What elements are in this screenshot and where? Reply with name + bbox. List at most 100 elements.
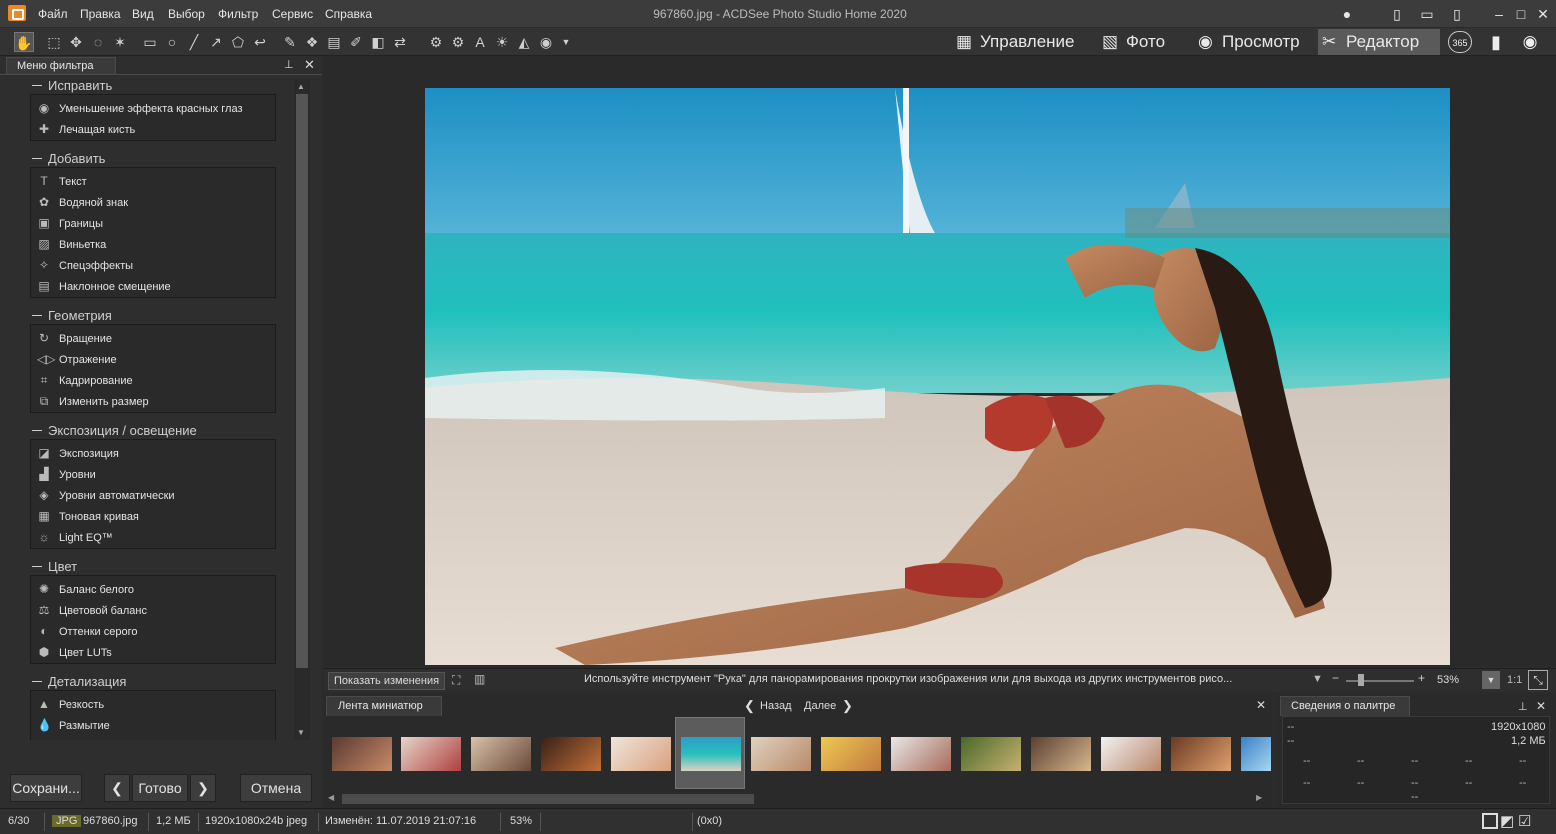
props-close-icon[interactable]: ✕ [1536,699,1546,713]
repair-icon[interactable]: ⚙ [426,32,446,52]
filter-item-light-eq[interactable]: ☼ Light EQ™ [37,527,113,547]
thumbnail[interactable] [332,737,392,771]
text-tool-icon[interactable]: A [470,32,490,52]
filter-item-tiltshift[interactable]: ▤ Наклонное смещение [37,276,170,296]
thumbnail[interactable] [891,737,951,771]
eye-extra-icon[interactable]: ◉ [1518,31,1542,53]
menu-help[interactable]: Справка [325,7,372,21]
filter-item-auto-levels[interactable]: ◈ Уровни автоматически [37,485,174,505]
show-changes-button[interactable]: Показать изменения [328,672,446,690]
filter-item-vignette[interactable]: ▨ Виньетка [37,234,106,254]
filmstrip-next-button[interactable]: Далее [804,700,836,712]
mode-manage-button[interactable]: ▦ Управление [952,29,1082,55]
zoom-slider-thumb[interactable] [1358,674,1364,686]
account-icon[interactable]: ● [1336,4,1358,24]
filter-item-resize[interactable]: ⧉ Изменить размер [37,391,149,411]
light-icon[interactable]: ☀ [492,32,512,52]
filmstrip-scroll-thumb[interactable] [342,794,754,804]
lasso-icon[interactable]: ◌ [88,32,108,52]
thumbnail[interactable] [821,737,881,771]
filter-panel-scrollbar[interactable]: ▲ ▼ [294,80,310,740]
menu-file[interactable]: Файл [38,7,68,21]
chevron-next-icon[interactable]: ❯ [842,698,853,714]
brush-icon[interactable]: ✎ [280,32,300,52]
pin-icon[interactable]: ⊥ [284,58,294,71]
thumbnail[interactable] [1171,737,1231,771]
arrow-icon[interactable]: ↗ [206,32,226,52]
group-header-exposure[interactable]: Экспозиция / освещение [32,423,197,438]
swap-colors-icon[interactable]: ⇄ [390,32,410,52]
zoom-slider[interactable] [1346,680,1414,682]
filter-item-levels[interactable]: ▟ Уровни [37,464,95,484]
thumbnail[interactable] [1101,737,1161,771]
menu-select[interactable]: Выбор [168,7,205,21]
photo-canvas[interactable] [425,88,1450,665]
scroll-thumb[interactable] [296,94,308,668]
filter-item-grayscale[interactable]: ◐ Оттенки серого [37,621,137,641]
ellipse-select-icon[interactable]: ○ [162,32,182,52]
filter-item-borders[interactable]: ▣ Границы [37,213,103,233]
fit-screen-icon[interactable]: ⤡ [1528,670,1548,690]
group-header-color[interactable]: Цвет [32,559,77,574]
filter-item-healing[interactable]: ✚ Лечащая кисть [37,119,135,139]
color-swatch-icon[interactable]: ◧ [368,32,388,52]
menu-edit[interactable]: Правка [80,7,121,21]
mode-edit-button[interactable]: ✂ Редактор [1318,29,1440,55]
filter-item-white-balance[interactable]: ✺ Баланс белого [37,579,134,599]
filmstrip-tab[interactable]: Лента миниатюр [326,696,442,716]
panel-close-icon[interactable]: ✕ [304,57,315,73]
thumbnail[interactable] [471,737,531,771]
scroll-right-icon[interactable]: ▶ [1256,793,1262,802]
transform-icon[interactable]: ⬚ [44,32,64,52]
close-icon[interactable]: ✕ [1532,4,1554,24]
save-button[interactable]: Сохрани... [10,774,82,802]
menu-tools[interactable]: Сервис [272,7,313,21]
filter-item-rotate[interactable]: ↻ Вращение [37,328,112,348]
redeye-tool-icon[interactable]: ◉ [536,32,556,52]
menu-filter[interactable]: Фильтр [218,7,258,21]
chevron-back-icon[interactable]: ❮ [744,698,755,714]
filmstrip-close-icon[interactable]: ✕ [1256,698,1266,712]
filter-item-exposure[interactable]: ◪ Экспозиция [37,443,119,463]
scroll-left-icon[interactable]: ◀ [328,793,334,802]
filter-item-watermark[interactable]: ✿ Водяной знак [37,192,128,212]
filter-item-crop[interactable]: ⌗ Кадрирование [37,370,133,390]
filter-item-redeye[interactable]: ◉ Уменьшение эффекта красных глаз [37,98,243,118]
histogram-icon[interactable]: ▥ [474,672,485,686]
app-logo-icon[interactable] [8,5,26,21]
zoom-ratio[interactable]: 1:1 [1507,674,1522,686]
eyedropper-icon[interactable]: ✐ [346,32,366,52]
filmstrip-back-button[interactable]: Назад [760,700,792,712]
maximize-icon[interactable]: □ [1510,4,1532,24]
zoom-select-icon[interactable]: ▼ [1482,671,1500,689]
settings-icon[interactable]: ⚙ [448,32,468,52]
more-tools-icon[interactable]: ▼ [556,32,576,52]
view-mode-icon[interactable] [1482,813,1498,829]
checkmark-icon[interactable]: ☑ [1518,812,1531,830]
fullscreen-icon[interactable]: ⛶ [452,673,460,688]
rect-select-icon[interactable]: ▭ [140,32,160,52]
props-pin-icon[interactable]: ⊥ [1518,700,1528,713]
filter-item-text[interactable]: T Текст [37,171,86,191]
gradient-icon[interactable]: ▤ [324,32,344,52]
filter-item-tone-curve[interactable]: ▦ Тоновая кривая [37,506,139,526]
dashboard-icon[interactable]: ▮ [1484,31,1508,53]
mode-photos-button[interactable]: ▧ Фото [1098,29,1178,55]
filter-panel-tab[interactable]: Меню фильтра [6,57,116,74]
filter-item-flip[interactable]: ◁▷ Отражение [37,349,117,369]
thumbnail[interactable] [1031,737,1091,771]
menu-view[interactable]: Вид [132,7,154,21]
layout-right-icon[interactable]: ▯ [1446,4,1468,24]
thumbnail-current[interactable] [681,737,741,771]
zoom-dropdown-icon[interactable]: ▼ [1312,673,1323,685]
line-icon[interactable]: ╱ [184,32,204,52]
thumbnail[interactable] [541,737,601,771]
polygon-icon[interactable]: ⬠ [228,32,248,52]
mode-365-button[interactable]: 365 [1448,31,1472,53]
image-viewer[interactable] [324,86,1556,666]
thumbnail[interactable] [1241,737,1271,771]
group-header-fix[interactable]: Исправить [32,78,112,93]
thumbnail[interactable] [611,737,671,771]
filter-item-lut[interactable]: ⬢ Цвет LUTs [37,642,112,662]
filter-item-effects[interactable]: ✧ Спецэффекты [37,255,133,275]
